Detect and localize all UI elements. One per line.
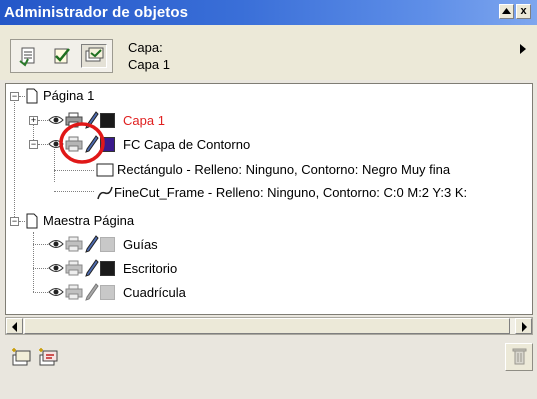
object-properties-button[interactable] xyxy=(15,44,41,68)
layer-color-swatch[interactable] xyxy=(100,285,115,300)
delete-button[interactable] xyxy=(505,343,533,371)
pencil-icon[interactable] xyxy=(85,259,99,277)
trash-icon xyxy=(512,348,527,365)
eye-icon[interactable] xyxy=(48,261,64,275)
guides-label: Guías xyxy=(123,237,158,252)
layer-fc-label: FC Capa de Contorno xyxy=(123,137,251,152)
layer-caption-value: Capa 1 xyxy=(128,57,170,72)
mode-toolbar xyxy=(10,39,113,73)
new-master-layer-button[interactable] xyxy=(37,346,61,370)
page-icon xyxy=(26,213,38,229)
close-button[interactable]: x xyxy=(516,4,531,19)
new-layer-icon xyxy=(12,348,31,366)
tree-row-rectangle[interactable]: Rectángulo - Relleno: Ninguno, Contorno:… xyxy=(6,160,532,180)
scroll-left-button[interactable] xyxy=(6,318,23,334)
collapse-toggle[interactable]: − xyxy=(10,217,19,226)
master-page-label: Maestra Página xyxy=(43,213,135,228)
edit-across-layers-icon xyxy=(54,48,70,64)
rectangle-icon xyxy=(96,163,114,177)
layer1-label: Capa 1 xyxy=(123,113,165,128)
printer-icon[interactable] xyxy=(65,284,83,300)
pencil-icon[interactable] xyxy=(85,283,99,301)
show-object-properties-icon xyxy=(19,47,35,67)
object-frame-label: FineCut_Frame - Relleno: Ninguno, Contor… xyxy=(114,185,468,200)
pencil-icon[interactable] xyxy=(85,235,99,253)
highlight-circle xyxy=(59,122,105,164)
collapse-toggle[interactable]: − xyxy=(29,140,38,149)
tree-row-page1[interactable]: − Página 1 xyxy=(6,86,526,106)
tree-row-desktop[interactable]: Escritorio xyxy=(6,259,526,279)
tree-line xyxy=(38,144,48,145)
arrow-left-icon xyxy=(12,322,17,332)
tree-line xyxy=(33,292,48,293)
page-icon xyxy=(26,88,38,104)
scroll-thumb[interactable] xyxy=(24,318,510,334)
scroll-right-button[interactable] xyxy=(515,318,532,334)
layer-color-swatch[interactable] xyxy=(100,261,115,276)
collapse-toggle[interactable]: − xyxy=(10,92,19,101)
tree-row-grid[interactable]: Cuadrícula xyxy=(6,283,526,303)
flyout-menu-button[interactable] xyxy=(515,41,531,57)
layer-caption-label: Capa: xyxy=(128,40,163,55)
arrow-right-icon xyxy=(522,322,527,332)
page1-label: Página 1 xyxy=(43,88,95,103)
tree-line xyxy=(33,268,48,269)
tree-row-master-page[interactable]: − Maestra Página xyxy=(6,211,526,231)
grid-label: Cuadrícula xyxy=(123,285,186,300)
object-rectangle-label: Rectángulo - Relleno: Ninguno, Contorno:… xyxy=(117,162,451,177)
tree-line xyxy=(38,120,48,121)
tree-line xyxy=(54,170,94,171)
tree-line xyxy=(33,244,48,245)
printer-icon[interactable] xyxy=(65,236,83,252)
collapse-button[interactable] xyxy=(499,4,514,19)
eye-icon[interactable] xyxy=(48,285,64,299)
tree-line xyxy=(19,96,25,97)
curve-icon xyxy=(97,186,113,200)
horizontal-scrollbar[interactable] xyxy=(5,317,533,335)
new-layer-button[interactable] xyxy=(10,346,34,370)
object-tree[interactable]: − Página 1 + Capa 1 − FC Capa de Contorn… xyxy=(5,83,533,315)
layer-manager-view-icon xyxy=(85,47,104,62)
tree-row-guides[interactable]: Guías xyxy=(6,235,526,255)
new-master-layer-icon xyxy=(39,348,58,366)
window-title: Administrador de objetos xyxy=(4,4,189,21)
title-bar[interactable]: Administrador de objetos x xyxy=(0,0,537,25)
current-layer-caption: Capa: Capa 1 xyxy=(128,39,170,73)
layer-manager-view-button[interactable] xyxy=(81,44,107,68)
printer-icon[interactable] xyxy=(65,260,83,276)
triangle-right-icon xyxy=(520,44,526,54)
tree-line xyxy=(19,221,25,222)
eye-icon[interactable] xyxy=(48,237,64,251)
triangle-up-icon xyxy=(502,8,511,14)
tree-line xyxy=(54,191,94,192)
edit-across-layers-button[interactable] xyxy=(49,44,75,68)
layer-color-swatch[interactable] xyxy=(100,237,115,252)
desktop-label: Escritorio xyxy=(123,261,178,276)
tree-row-finecut-frame[interactable]: FineCut_Frame - Relleno: Ninguno, Contor… xyxy=(6,183,532,203)
expand-toggle[interactable]: + xyxy=(29,116,38,125)
